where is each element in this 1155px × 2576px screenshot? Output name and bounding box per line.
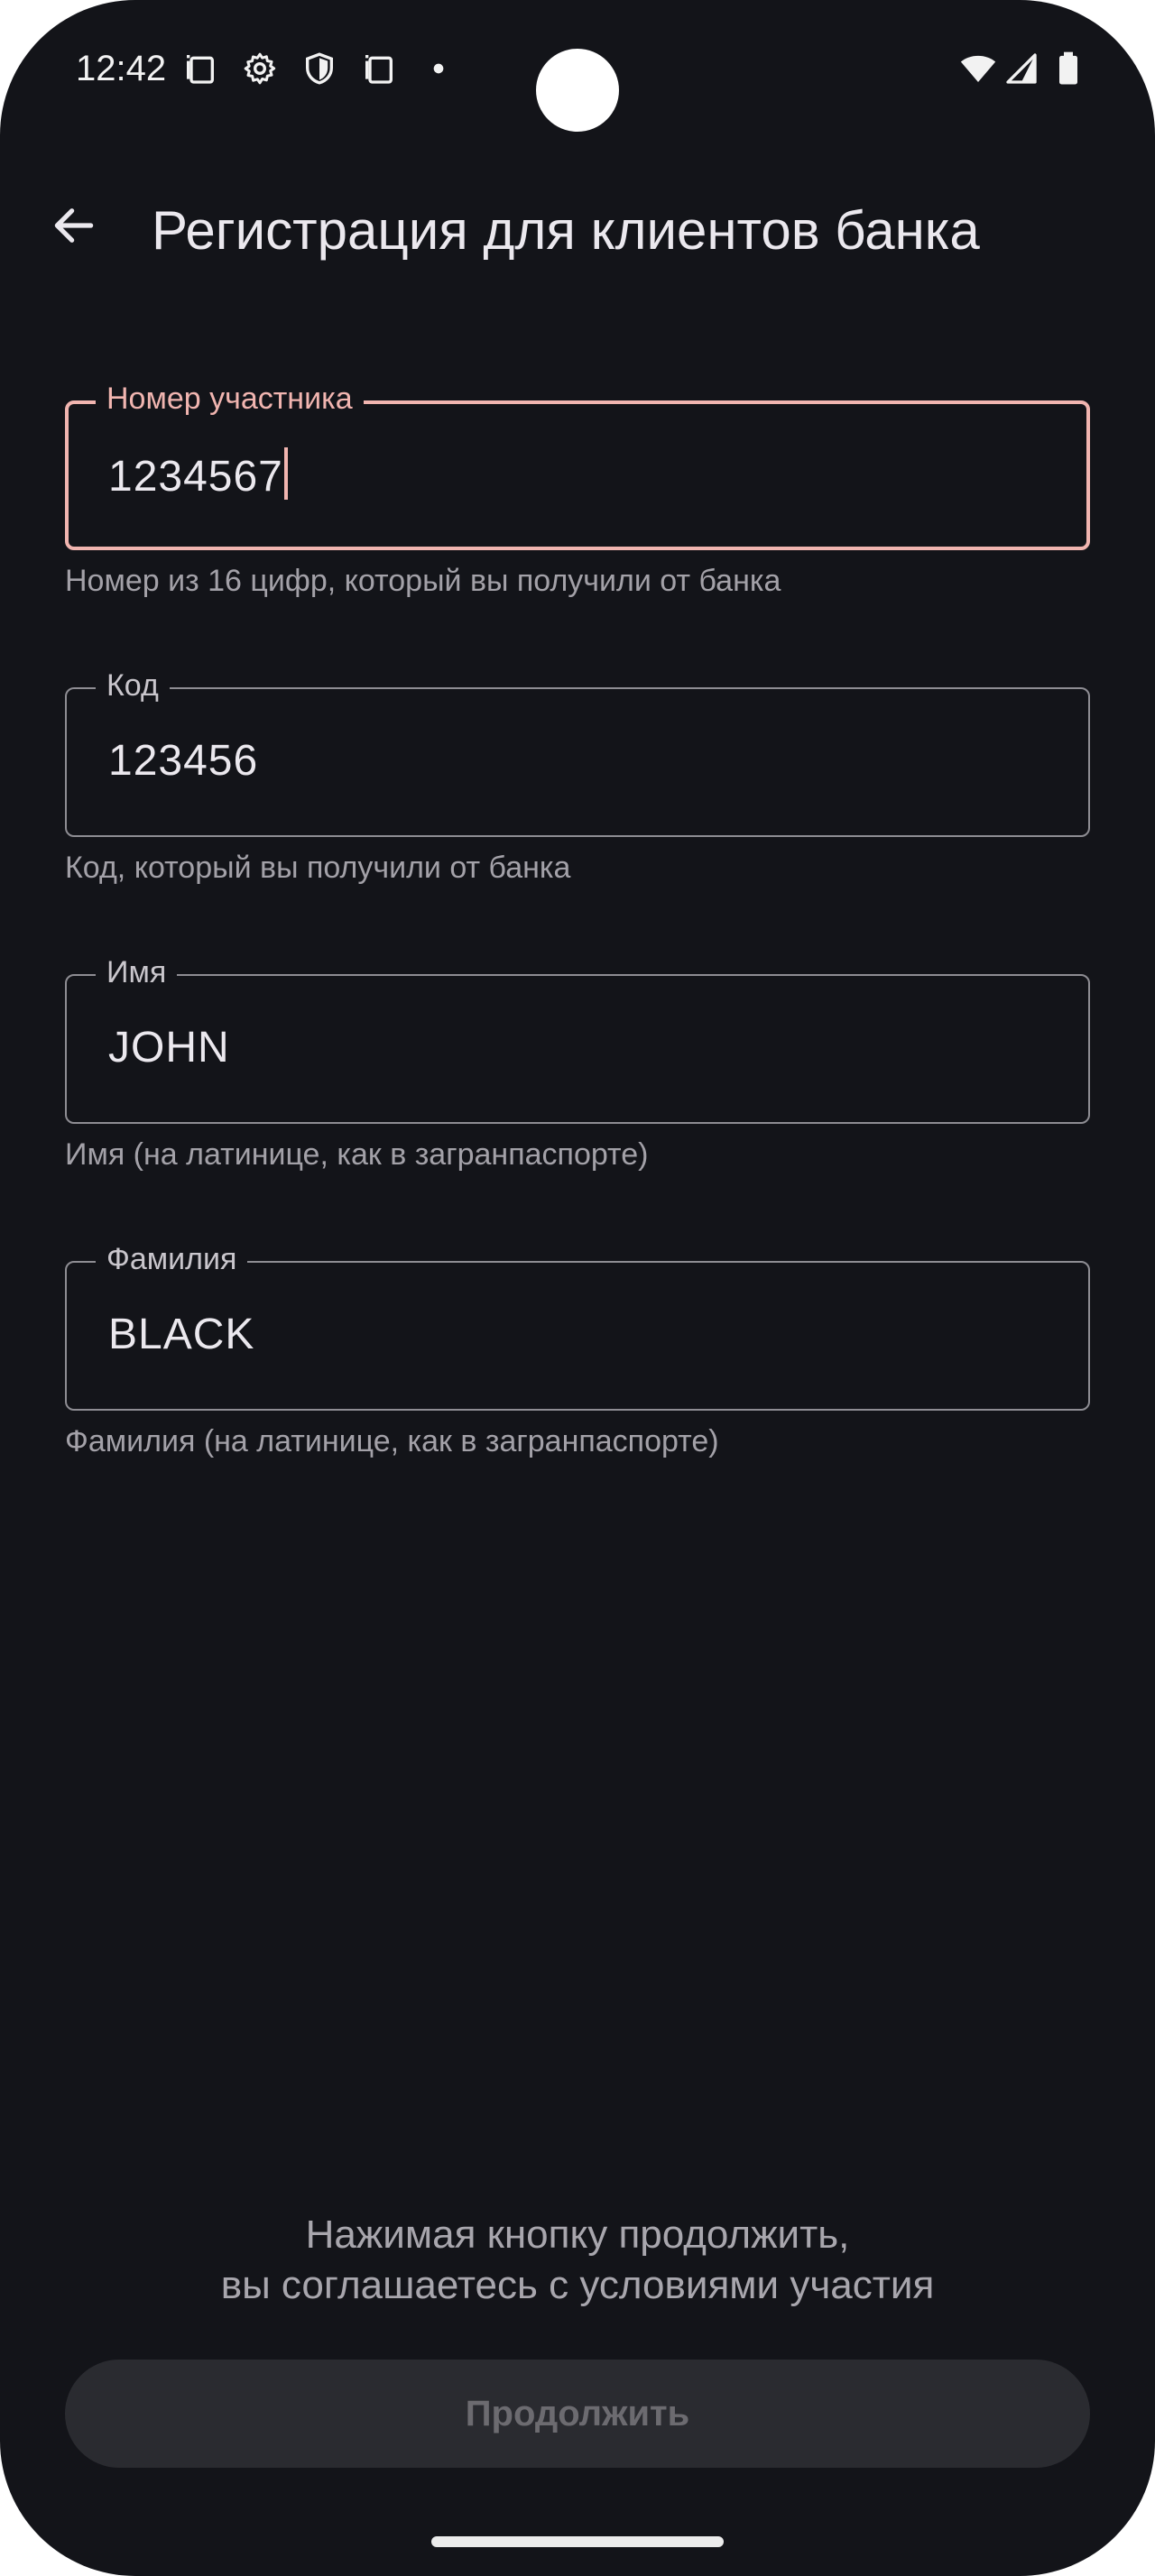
code-label: Код [96,667,170,704]
participant-number-helper: Номер из 16 цифр, который вы получили от… [65,564,781,598]
consent-text: Нажимая кнопку продолжить, вы соглашаете… [0,2210,1155,2311]
first-name-helper: Имя (на латинице, как в загранпаспорте) [65,1137,649,1172]
screenshot-icon [361,51,397,87]
app-screen: 12:42 Регистрация для клиентов банка Ном… [0,0,1155,2576]
screenshot-icon [182,51,218,87]
shield-icon [301,51,337,87]
participant-number-value: 1234567 [108,453,283,501]
continue-button[interactable]: Продолжить [65,2360,1090,2468]
participant-number-input[interactable]: 1234567 [108,447,288,504]
consent-line-1: Нажимая кнопку продолжить, [305,2213,850,2257]
first-name-label: Имя [96,954,178,990]
camera-cutout [536,49,619,132]
participant-number-label: Номер участника [96,381,364,417]
battery-icon [1050,51,1086,87]
page-title: Регистрация для клиентов банка [152,200,980,261]
gear-icon [242,51,278,87]
status-bar: 12:42 [0,0,1155,135]
first-name-input[interactable]: JOHN [108,1021,230,1075]
dot-icon [424,51,453,87]
back-button[interactable] [40,191,108,260]
code-helper: Код, который вы получили от банка [65,851,571,885]
last-name-helper: Фамилия (на латинице, как в загранпаспор… [65,1424,719,1458]
status-time: 12:42 [76,49,167,88]
arrow-left-icon [54,208,94,243]
last-name-label: Фамилия [96,1241,248,1277]
wifi-icon [958,51,998,87]
code-input[interactable]: 123456 [108,734,258,788]
home-indicator[interactable] [431,2536,724,2547]
text-cursor [283,447,288,500]
app-bar: Регистрация для клиентов банка [0,171,1155,280]
signal-icon [1003,51,1040,87]
last-name-input[interactable]: BLACK [108,1308,254,1362]
consent-line-2: вы соглашаетесь с условиями участия [220,2263,935,2307]
